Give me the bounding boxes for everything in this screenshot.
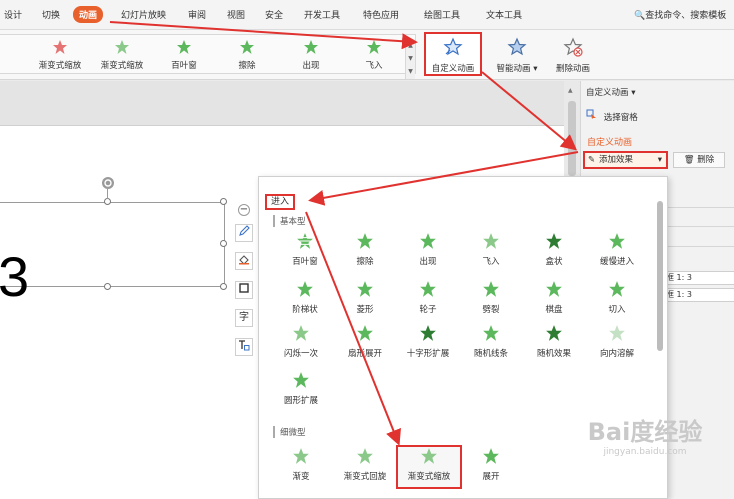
arrow-add-effect-to-enter [308,151,579,206]
watermark: Bai度经验 jingyan.baidu.com [587,418,703,457]
arrow-custom-to-add-effect [481,71,578,151]
arrow-animation-to-custom [109,21,418,50]
arrow-enter-to-fade-zoom [305,211,401,446]
